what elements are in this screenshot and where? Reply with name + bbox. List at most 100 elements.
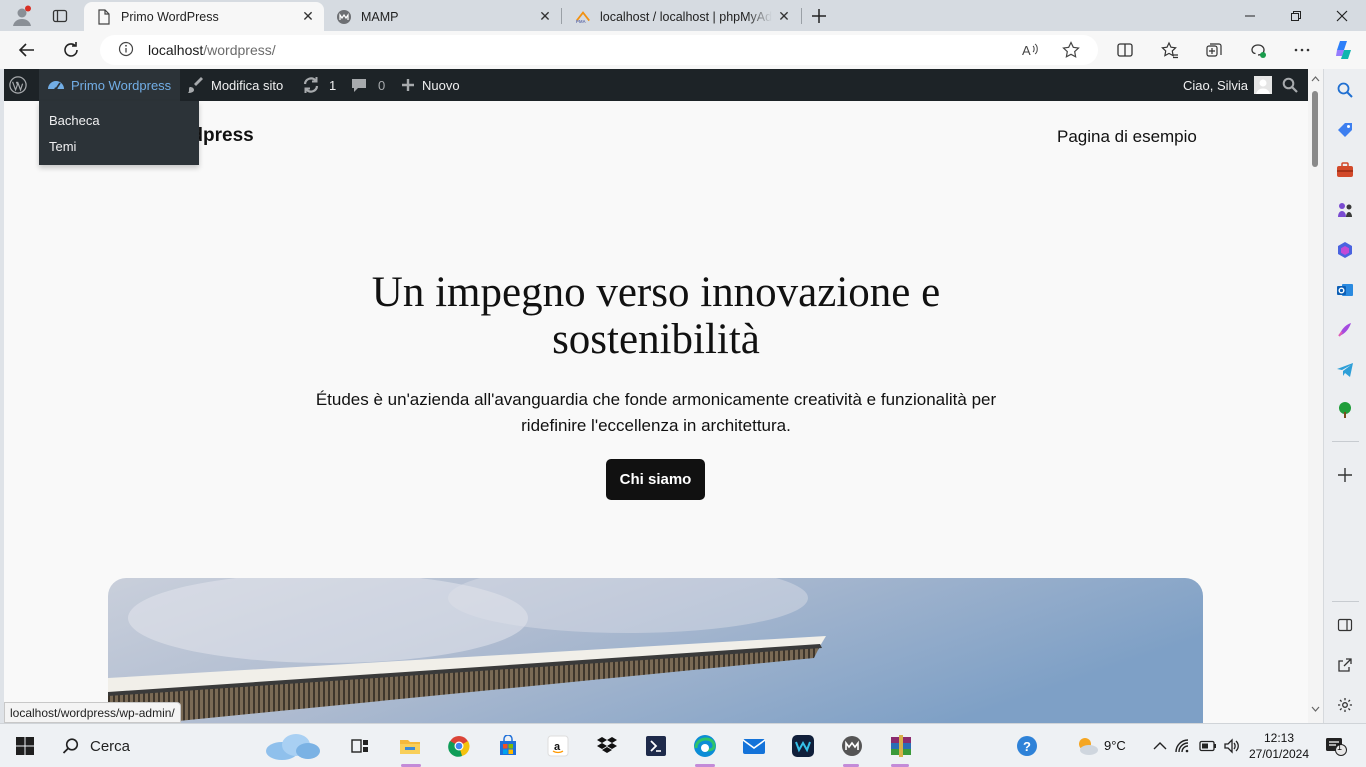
close-tab-icon[interactable]: ✕ bbox=[772, 5, 796, 29]
tab-phpmyadmin[interactable]: PMA localhost / localhost | phpMyAdmin ✕ bbox=[563, 2, 800, 31]
wp-new-content[interactable]: Nuovo bbox=[400, 69, 460, 101]
wp-site-submenu: Bacheca Temi bbox=[39, 101, 199, 165]
submenu-item-bacheca[interactable]: Bacheca bbox=[49, 113, 100, 128]
wp-edit-site[interactable]: Modifica sito bbox=[187, 69, 283, 101]
close-tab-icon[interactable]: ✕ bbox=[533, 5, 557, 29]
url-host: localhost bbox=[148, 42, 204, 58]
tab-divider bbox=[801, 8, 802, 24]
url-text: localhost/wordpress/ bbox=[148, 42, 276, 58]
amazon-icon[interactable]: a bbox=[546, 734, 570, 758]
about-us-button[interactable]: Chi siamo bbox=[606, 459, 705, 500]
refresh-button[interactable] bbox=[57, 36, 85, 64]
sidebar-external-link-icon[interactable] bbox=[1334, 654, 1356, 676]
sidebar-divider bbox=[1332, 441, 1359, 442]
submenu-item-temi[interactable]: Temi bbox=[49, 139, 76, 154]
hero-image bbox=[108, 578, 1203, 723]
task-view-icon[interactable] bbox=[348, 734, 372, 758]
page-scrollbar[interactable] bbox=[1308, 69, 1323, 723]
search-highlight-clouds-icon bbox=[266, 734, 320, 760]
tab-strip: Primo WordPress ✕ MAMP ✕ PMA localhost /… bbox=[0, 0, 1366, 31]
svg-text:a: a bbox=[554, 741, 561, 753]
tab-divider bbox=[561, 8, 562, 24]
weather-temperature[interactable]: 9°C bbox=[1104, 738, 1126, 753]
search-icon bbox=[62, 738, 79, 754]
wp-comments[interactable]: 0 bbox=[350, 69, 385, 101]
minimize-button[interactable] bbox=[1227, 0, 1273, 31]
read-aloud-icon[interactable]: A bbox=[1021, 41, 1039, 62]
browser-essentials-icon[interactable] bbox=[1244, 36, 1272, 64]
wordpress-logo-icon[interactable] bbox=[9, 69, 33, 101]
collections-icon[interactable] bbox=[1200, 36, 1228, 64]
notifications-icon[interactable]: 1 bbox=[1324, 734, 1348, 758]
scroll-thumb[interactable] bbox=[1312, 91, 1318, 167]
wp-my-account[interactable]: Ciao, Silvia bbox=[1183, 69, 1273, 101]
url-path: /wordpress/ bbox=[203, 42, 276, 58]
phpmyadmin-icon: PMA bbox=[575, 9, 591, 25]
tab-primo-wordpress[interactable]: Primo WordPress ✕ bbox=[84, 2, 324, 31]
nav-link-sample-page[interactable]: Pagina di esempio bbox=[1057, 127, 1197, 147]
sidebar-settings-icon[interactable] bbox=[1334, 694, 1356, 716]
user-avatar bbox=[1254, 76, 1273, 94]
sidebar-add-icon[interactable] bbox=[1334, 464, 1356, 486]
winrar-icon[interactable] bbox=[889, 734, 913, 758]
wp-edit-site-label: Modifica sito bbox=[211, 77, 284, 93]
tab-title: Primo WordPress bbox=[121, 9, 219, 24]
dashboard-gauge-icon bbox=[48, 81, 64, 91]
brush-icon bbox=[188, 77, 203, 93]
sidebar-games-icon[interactable] bbox=[1334, 199, 1356, 221]
split-screen-icon[interactable] bbox=[1111, 36, 1139, 64]
mail-icon[interactable] bbox=[742, 734, 766, 758]
weather-icon[interactable] bbox=[1075, 734, 1099, 758]
tab-actions-icon[interactable] bbox=[49, 5, 71, 27]
wifi-icon[interactable] bbox=[1171, 734, 1195, 758]
back-button[interactable] bbox=[13, 36, 41, 64]
show-hidden-icons-chevron-icon[interactable] bbox=[1148, 734, 1172, 758]
wp-greeting: Ciao, Silvia bbox=[1183, 77, 1249, 93]
taskbar-search[interactable]: Cerca bbox=[50, 729, 326, 763]
microsoft-store-icon[interactable] bbox=[496, 734, 520, 758]
volume-icon[interactable] bbox=[1220, 734, 1244, 758]
new-tab-button[interactable] bbox=[806, 3, 832, 29]
edge-browser-icon[interactable] bbox=[693, 734, 717, 758]
tab-title: localhost / localhost | phpMyAdmin bbox=[600, 9, 772, 24]
address-bar[interactable]: localhost/wordpress/ A bbox=[100, 35, 1098, 65]
mamp-icon bbox=[336, 9, 352, 25]
sidebar-designer-icon[interactable] bbox=[1334, 319, 1356, 341]
start-button[interactable] bbox=[13, 734, 37, 758]
wp-admin-bar: Primo Wordpress Modifica sito 1 0 Nuovo … bbox=[4, 69, 1308, 101]
profile-avatar[interactable] bbox=[10, 4, 34, 28]
wp-site-menu[interactable]: Primo Wordpress bbox=[39, 69, 181, 101]
restore-button[interactable] bbox=[1273, 0, 1319, 31]
wp-search-icon[interactable] bbox=[1282, 69, 1304, 101]
sidebar-microsoft365-icon[interactable] bbox=[1334, 239, 1356, 261]
tab-mamp[interactable]: MAMP ✕ bbox=[324, 2, 561, 31]
copilot-icon[interactable] bbox=[1330, 36, 1358, 64]
scroll-up-arrow-icon[interactable] bbox=[1311, 75, 1320, 82]
system-clock[interactable]: 12:13 27/01/2024 bbox=[1244, 730, 1314, 762]
mamp-taskbar-icon[interactable] bbox=[840, 734, 864, 758]
favorite-star-icon[interactable] bbox=[1062, 41, 1080, 62]
site-info-icon[interactable] bbox=[118, 41, 134, 60]
more-options-icon[interactable] bbox=[1288, 36, 1316, 64]
scroll-down-arrow-icon[interactable] bbox=[1311, 706, 1320, 713]
sidebar-panel-icon[interactable] bbox=[1334, 614, 1356, 636]
updates-icon bbox=[303, 77, 319, 93]
battery-icon[interactable] bbox=[1196, 734, 1220, 758]
close-window-button[interactable] bbox=[1319, 0, 1365, 31]
sidebar-search-icon[interactable] bbox=[1334, 79, 1356, 101]
file-explorer-icon[interactable] bbox=[398, 734, 422, 758]
sidebar-tree-icon[interactable] bbox=[1334, 399, 1356, 421]
powershell-icon[interactable] bbox=[644, 734, 668, 758]
sidebar-tools-icon[interactable] bbox=[1334, 159, 1356, 181]
sidebar-shopping-icon[interactable] bbox=[1334, 119, 1356, 141]
dropbox-icon[interactable] bbox=[595, 734, 619, 758]
sidebar-outlook-icon[interactable] bbox=[1334, 279, 1356, 301]
sidebar-telegram-icon[interactable] bbox=[1334, 359, 1356, 381]
tab-title: MAMP bbox=[361, 9, 399, 24]
favorites-icon[interactable] bbox=[1156, 36, 1184, 64]
wp-updates[interactable]: 1 bbox=[302, 69, 336, 101]
close-tab-icon[interactable]: ✕ bbox=[296, 5, 320, 29]
webex-icon[interactable] bbox=[791, 734, 815, 758]
help-icon[interactable]: ? bbox=[1015, 734, 1039, 758]
chrome-icon[interactable] bbox=[447, 734, 471, 758]
